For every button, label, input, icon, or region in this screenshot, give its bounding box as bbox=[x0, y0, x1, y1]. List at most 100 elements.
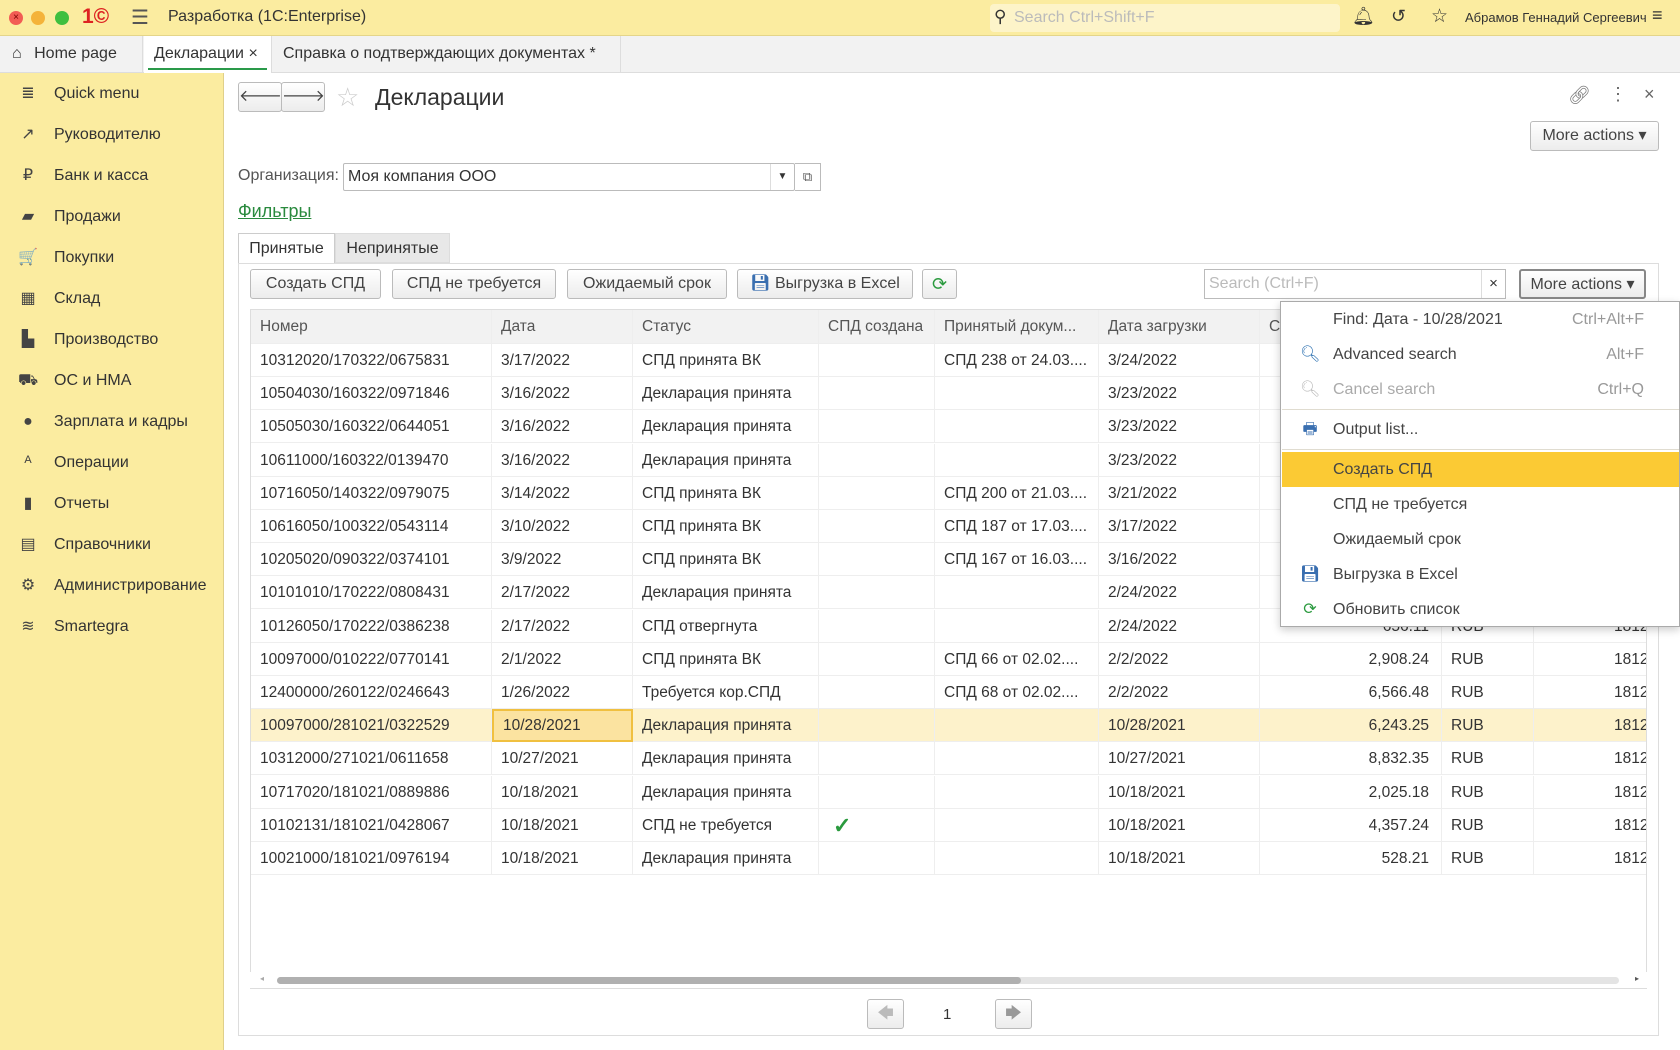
table-row[interactable]: 10312000/271021/0611658 10/27/2021 Деклара… bbox=[251, 742, 1646, 776]
link-icon[interactable]: 🔗︎ bbox=[1568, 85, 1591, 106]
horizontal-scrollbar[interactable]: ◂ ▸ bbox=[250, 972, 1647, 988]
table-cell: 12400000/260122/0246643 bbox=[251, 676, 492, 709]
tab-declarations[interactable]: Декларации × bbox=[144, 36, 272, 73]
more-icon[interactable]: ⋮ bbox=[1609, 84, 1627, 105]
sidebar-item-label: ОС и НМА bbox=[54, 372, 132, 389]
table-row[interactable]: 10717020/181021/0889886 10/18/2021 Деклара… bbox=[251, 775, 1646, 809]
table-row[interactable]: 10097000/010222/0770141 2/1/2022 СПД приня… bbox=[251, 642, 1646, 676]
table-cell: 10/18/2021 bbox=[1099, 808, 1260, 842]
sidebar-item[interactable]: ⚙ Администрирование bbox=[0, 565, 223, 606]
close-tab-icon[interactable]: × bbox=[248, 45, 257, 62]
column-header[interactable]: Номер bbox=[251, 310, 492, 344]
sidebar-item[interactable]: ≋ Smartegra bbox=[0, 606, 223, 647]
table-cell: 10616050/100322/0543114 bbox=[251, 510, 492, 543]
list-more-actions-button[interactable]: More actions ▾ bbox=[1519, 269, 1646, 299]
subtab-accepted[interactable]: Принятые bbox=[238, 233, 335, 264]
tab-spd-reference[interactable]: Справка о подтверждающих документах * × bbox=[273, 36, 621, 98]
organization-value: Моя компания ООО bbox=[348, 168, 497, 185]
table-cell: 10102131/181021/0428067 bbox=[251, 808, 492, 842]
sidebar-item[interactable]: ▤ Справочники bbox=[0, 524, 223, 565]
menu-item[interactable]: 💾︎ Выгрузка в Excel bbox=[1282, 557, 1679, 592]
sidebar-item[interactable]: ▮ Отчеты bbox=[0, 483, 223, 524]
menu-item[interactable]: 🔍︎ Advanced search Alt+F bbox=[1282, 337, 1679, 372]
global-search-input[interactable]: ⚲ Search Ctrl+Shift+F bbox=[990, 4, 1340, 32]
table-cell: 10/27/2021 bbox=[1099, 742, 1260, 776]
list-search-input[interactable]: Search (Ctrl+F) × bbox=[1204, 269, 1506, 299]
menu-item[interactable]: Find: Дата - 10/28/2021 Ctrl+Alt+F bbox=[1282, 302, 1679, 337]
favorites-star-icon[interactable]: ☆ bbox=[1431, 5, 1448, 28]
table-row[interactable]: 10097000/281021/0322529 10/28/2021 Деклара… bbox=[251, 709, 1646, 743]
clear-search-icon[interactable]: × bbox=[1481, 270, 1505, 298]
sidebar-item[interactable]: ⛟ ОС и НМА bbox=[0, 360, 223, 401]
refresh-button[interactable]: ⟳ bbox=[922, 269, 957, 299]
history-icon[interactable]: ↺ bbox=[1391, 6, 1406, 27]
sidebar-item-label: Производство bbox=[54, 331, 159, 348]
table-cell: 1812 bbox=[1534, 643, 1646, 676]
sidebar-item[interactable]: ▙ Производство bbox=[0, 319, 223, 360]
minimize-window-icon[interactable] bbox=[31, 11, 45, 25]
tab-bar: ⌂ Home page Декларации × Справка о подтв… bbox=[0, 36, 1680, 98]
expected-date-button[interactable]: Ожидаемый срок bbox=[567, 269, 727, 299]
menu-item[interactable]: 🖶 Output list... bbox=[1282, 412, 1679, 447]
table-cell: 1812 bbox=[1534, 742, 1646, 775]
table-cell: 2/24/2022 bbox=[1099, 609, 1260, 643]
sidebar-item-label: Руководителю bbox=[54, 126, 161, 143]
create-spd-button[interactable]: Создать СПД bbox=[250, 269, 381, 299]
sidebar-icon: ● bbox=[23, 413, 33, 430]
prev-page-button[interactable]: 🡄 bbox=[867, 999, 904, 1029]
next-page-button[interactable]: 🡆 bbox=[995, 999, 1032, 1029]
main-menu-icon[interactable]: ☰ bbox=[131, 5, 149, 30]
sidebar-item[interactable]: ▰ Продажи bbox=[0, 196, 223, 237]
open-organization-icon[interactable]: ⧉ bbox=[795, 163, 821, 191]
close-form-icon[interactable]: × bbox=[1644, 84, 1655, 105]
table-row[interactable]: 10021000/181021/0976194 10/18/2021 Деклара… bbox=[251, 842, 1646, 875]
tab-home[interactable]: ⌂ Home page bbox=[0, 36, 143, 73]
column-header[interactable]: Дата загрузки bbox=[1099, 310, 1260, 344]
search-placeholder: Search (Ctrl+F) bbox=[1209, 275, 1319, 292]
back-button[interactable]: 🡐 bbox=[238, 82, 282, 112]
subtab-not-accepted[interactable]: Непринятые bbox=[335, 233, 450, 263]
dropdown-icon[interactable]: ▼ bbox=[770, 164, 794, 190]
table-cell: 10/18/2021 bbox=[492, 808, 633, 842]
sidebar-icon: ↗ bbox=[21, 126, 35, 143]
column-header[interactable]: Статус bbox=[633, 310, 819, 344]
export-excel-button[interactable]: 💾︎ Выгрузка в Excel bbox=[737, 269, 913, 299]
favorite-star-icon[interactable]: ☆ bbox=[336, 82, 359, 113]
table-cell: 2,025.18 bbox=[1260, 775, 1442, 809]
forward-button[interactable]: 🡒 bbox=[281, 82, 325, 112]
menu-item[interactable]: Ожидаемый срок bbox=[1282, 522, 1679, 557]
table-cell: RUB bbox=[1442, 775, 1534, 809]
column-header[interactable]: Дата bbox=[492, 310, 633, 344]
sidebar-icon: ▦ bbox=[20, 290, 36, 307]
menu-item[interactable]: СПД не требуется bbox=[1282, 487, 1679, 522]
menu-item[interactable]: ⟳ Обновить список bbox=[1282, 592, 1679, 627]
sidebar-item-label: Отчеты bbox=[54, 495, 110, 512]
filters-link[interactable]: Фильтры bbox=[238, 201, 311, 222]
table-row[interactable]: 12400000/260122/0246643 1/26/2022 Требуетс… bbox=[251, 676, 1646, 709]
maximize-window-icon[interactable] bbox=[55, 11, 69, 25]
sidebar-item[interactable]: ↗ Руководителю bbox=[0, 114, 223, 155]
sidebar-item[interactable]: ≣ Quick menu bbox=[0, 73, 223, 114]
table-cell: СПД принята ВК bbox=[633, 642, 819, 676]
close-window-icon[interactable]: × bbox=[9, 11, 23, 25]
settings-menu-icon[interactable]: ≡ bbox=[1652, 5, 1663, 26]
table-cell: СПД принята ВК bbox=[633, 344, 819, 377]
sidebar-item[interactable]: 🛒 Покупки bbox=[0, 237, 223, 278]
table-row[interactable]: 10102131/181021/0428067 10/18/2021 СПД не … bbox=[251, 808, 1646, 842]
organization-field[interactable]: Моя компания ООО ▼ bbox=[343, 163, 795, 191]
sidebar-item[interactable]: ▦ Склад bbox=[0, 278, 223, 319]
scrollbar-thumb[interactable] bbox=[277, 977, 1021, 984]
sidebar-item[interactable]: ● Зарплата и кадры bbox=[0, 401, 223, 442]
column-header[interactable]: Принятый докум... bbox=[935, 310, 1099, 344]
menu-item[interactable]: Создать СПД bbox=[1282, 452, 1679, 487]
more-actions-button[interactable]: More actions ▾ bbox=[1530, 121, 1659, 151]
table-cell: 10504030/160322/0971846 bbox=[251, 377, 492, 411]
bell-icon[interactable]: 🔔︎ bbox=[1352, 6, 1375, 27]
menu-item[interactable]: 🔍︎ Cancel search Ctrl+Q bbox=[1282, 372, 1679, 407]
sidebar-item[interactable]: ᴬ Операции bbox=[0, 442, 223, 483]
sidebar-item[interactable]: ₽ Банк и касса bbox=[0, 155, 223, 196]
menu-item-label: СПД не требуется bbox=[1333, 496, 1468, 513]
user-name[interactable]: Абрамов Геннадий Сергеевич bbox=[1465, 10, 1647, 25]
column-header[interactable]: СПД создана bbox=[819, 310, 935, 344]
spd-not-required-button[interactable]: СПД не требуется bbox=[392, 269, 556, 299]
